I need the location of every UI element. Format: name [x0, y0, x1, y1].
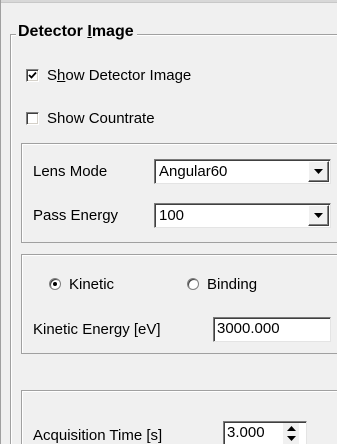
pass-energy-dropdown-button[interactable] — [308, 205, 329, 226]
detector-image-panel: Detector Image Show Detector Image Show … — [0, 0, 337, 444]
checkbox-box[interactable] — [26, 68, 39, 82]
kinetic-radio-button[interactable] — [49, 278, 61, 290]
kinetic-radio[interactable]: Kinetic — [49, 274, 114, 294]
spin-down-button[interactable] — [283, 433, 299, 444]
lens-mode-value: Angular60 — [159, 163, 228, 180]
top-divider — [0, 0, 337, 3]
acquisition-time-label: Acquisition Time [s] — [33, 427, 163, 444]
window-edge — [0, 0, 1, 444]
acquisition-time-spinner[interactable] — [283, 423, 299, 444]
pass-energy-select[interactable]: 100 — [154, 203, 331, 228]
kinetic-energy-label: Kinetic Energy [eV] — [33, 321, 161, 338]
chevron-down-icon — [314, 169, 323, 174]
lens-settings-panel — [21, 143, 337, 243]
show-countrate-checkbox[interactable]: Show Countrate — [26, 108, 155, 128]
show-detector-image-checkbox[interactable]: Show Detector Image — [26, 65, 191, 85]
group-title: Detector Image — [16, 22, 137, 42]
checkmark-icon — [28, 71, 37, 79]
show-detector-image-label: Show Detector Image — [47, 66, 192, 84]
pass-energy-value: 100 — [159, 207, 185, 224]
chevron-down-icon — [314, 213, 323, 218]
kinetic-energy-input[interactable]: 3000.000 — [213, 317, 331, 342]
acquisition-time-value: 3.000 — [227, 424, 265, 441]
lens-mode-dropdown-button[interactable] — [308, 161, 329, 182]
kinetic-radio-label: Kinetic — [69, 275, 115, 293]
binding-radio[interactable]: Binding — [187, 274, 257, 294]
lens-mode-select[interactable]: Angular60 — [154, 159, 331, 184]
pass-energy-label: Pass Energy — [33, 207, 119, 224]
binding-radio-button[interactable] — [187, 278, 199, 290]
show-countrate-label: Show Countrate — [47, 109, 155, 127]
spin-up-button[interactable] — [283, 423, 299, 434]
spin-up-icon — [286, 425, 296, 431]
lens-mode-label: Lens Mode — [33, 163, 108, 180]
binding-radio-label: Binding — [207, 275, 258, 293]
spin-down-icon — [286, 436, 296, 442]
checkbox-box[interactable] — [26, 111, 39, 125]
